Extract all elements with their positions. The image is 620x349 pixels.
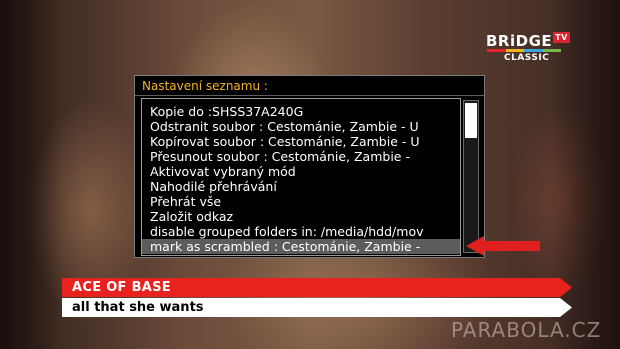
menu-list: Kopie do :SHSS37A240G Odstranit soubor :… (141, 98, 461, 256)
logo-stripe-yellow (505, 49, 524, 52)
artist-bar (62, 278, 572, 297)
logo-stripe-green (542, 49, 561, 52)
logo-stripe-red (487, 49, 506, 52)
list-scrollbar[interactable] (463, 100, 479, 253)
menu-item-activate-mode[interactable]: Aktivovat vybraný mód (142, 164, 460, 179)
scrollbar-thumb[interactable] (465, 103, 477, 138)
menu-item-mark-scrambled[interactable]: mark as scrambled : Cestománie, Zambie - (142, 239, 460, 254)
menu-item-shuffle-play[interactable]: Nahodilé přehrávání (142, 179, 460, 194)
logo-stripe-blue (524, 49, 543, 52)
dialog-title: Nastavení seznamu : (135, 76, 484, 96)
channel-logo: BRiDGE TV CLASSIC (486, 32, 576, 68)
list-settings-dialog: Nastavení seznamu : Kopie do :SHSS37A240… (134, 75, 485, 258)
menu-item-move-file[interactable]: Přesunout soubor : Cestománie, Zambie - (142, 149, 460, 164)
watermark: PARABOLA.CZ (451, 318, 602, 342)
red-arrow-icon (466, 236, 540, 256)
menu-item-create-link[interactable]: Založit odkaz (142, 209, 460, 224)
video-vignette-left (0, 0, 60, 349)
menu-item-delete-file[interactable]: Odstranit soubor : Cestománie, Zambie - … (142, 119, 460, 134)
channel-logo-sub: CLASSIC (504, 53, 550, 63)
song-bar (62, 298, 572, 317)
channel-logo-stripes (487, 49, 561, 52)
menu-item-copy-file[interactable]: Kopírovat soubor : Cestománie, Zambie - … (142, 134, 460, 149)
channel-logo-badge: TV (553, 32, 570, 43)
channel-logo-name: BRiDGE TV (486, 32, 570, 50)
menu-item-copy-to[interactable]: Kopie do :SHSS37A240G (142, 104, 460, 119)
menu-item-play-all[interactable]: Přehrát vše (142, 194, 460, 209)
menu-item-disable-grouped-folders[interactable]: disable grouped folders in: /media/hdd/m… (142, 224, 460, 239)
